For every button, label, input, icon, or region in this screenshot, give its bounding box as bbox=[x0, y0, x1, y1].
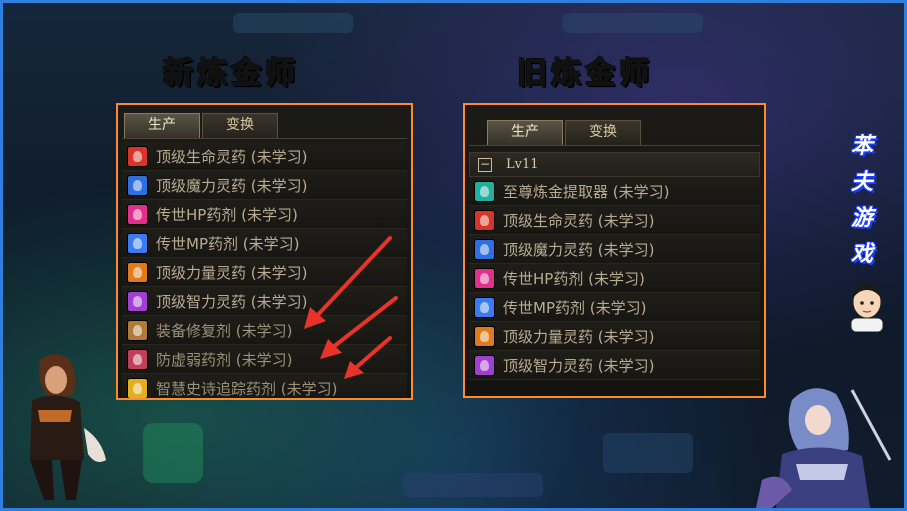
avatar bbox=[850, 282, 884, 332]
recipe-label: 传世MP药剂 (未学习) bbox=[156, 234, 300, 253]
red-arrow-icon bbox=[344, 336, 392, 379]
recipe-label: 装备修复剂 (未学习) bbox=[156, 321, 293, 340]
old-alchemist-title: 旧炼金师 bbox=[516, 55, 653, 92]
recipe-label: 顶级生命灵药 (未学习) bbox=[156, 147, 308, 166]
tab-divider bbox=[469, 145, 760, 146]
recipe-label: 顶级力量灵药 (未学习) bbox=[503, 327, 655, 346]
pink-potion-icon bbox=[474, 267, 495, 289]
brand-char: 游 bbox=[850, 206, 873, 231]
recipe-label: 顶级魔力灵药 (未学习) bbox=[503, 240, 655, 259]
purple-potion-icon bbox=[127, 290, 148, 312]
new-alchemist-panel: 生产 变换 顶级生命灵药 (未学习) 顶级魔力灵药 (未学习) 传世HP药剂 (… bbox=[116, 103, 413, 400]
old-recipe-list: − Lv11 至尊炼金提取器 (未学习) 顶级生命灵药 (未学习) 顶级魔力灵药… bbox=[469, 152, 760, 380]
recipe-item[interactable]: 顶级力量灵药 (未学习) bbox=[469, 322, 760, 351]
recipe-label: 防虚弱药剂 (未学习) bbox=[156, 350, 293, 369]
recipe-item[interactable]: 顶级智力灵药 (未学习) bbox=[469, 351, 760, 380]
recipe-label: 智慧史诗追踪药剂 (未学习) bbox=[156, 379, 338, 398]
tab-divider bbox=[122, 138, 407, 139]
blue-potion-icon bbox=[127, 174, 148, 196]
game-character-illustration bbox=[30, 354, 106, 500]
red-potion-icon bbox=[474, 209, 495, 231]
recipe-label: 传世HP药剂 (未学习) bbox=[503, 269, 645, 288]
old-panel-tabs: 生产 变换 bbox=[487, 120, 641, 145]
recipe-label: 传世MP药剂 (未学习) bbox=[503, 298, 647, 317]
recipe-label: 顶级力量灵药 (未学习) bbox=[156, 263, 308, 282]
brand-char: 戏 bbox=[850, 242, 873, 267]
brand-char: 苯 bbox=[850, 134, 873, 159]
purple-potion-icon bbox=[474, 354, 495, 376]
old-alchemist-panel: 生产 变换 − Lv11 至尊炼金提取器 (未学习) 顶级生命灵药 (未学习) … bbox=[463, 103, 766, 398]
recipe-label: 传世HP药剂 (未学习) bbox=[156, 205, 298, 224]
background-ui-block bbox=[563, 13, 703, 33]
gold-flask-icon bbox=[127, 377, 148, 398]
recipe-label: 至尊炼金提取器 (未学习) bbox=[503, 182, 670, 201]
blue-flask-icon bbox=[474, 296, 495, 318]
orange-potion-icon bbox=[127, 261, 148, 283]
recipe-item[interactable]: 传世HP药剂 (未学习) bbox=[469, 264, 760, 293]
tab-transform[interactable]: 变换 bbox=[202, 113, 278, 138]
recipe-label: 顶级生命灵药 (未学习) bbox=[503, 211, 655, 230]
level-group-label: Lv11 bbox=[506, 157, 539, 172]
new-alchemist-title: 新炼金师 bbox=[162, 55, 299, 92]
recipe-item[interactable]: 顶级生命灵药 (未学习) bbox=[122, 142, 407, 171]
red-potion-icon bbox=[127, 145, 148, 167]
background-ui-block bbox=[143, 423, 203, 483]
background-ui-block bbox=[403, 473, 543, 497]
blue-flask-icon bbox=[127, 232, 148, 254]
channel-brand: 苯 夫 游 戏 bbox=[838, 128, 886, 268]
brand-char: 夫 bbox=[850, 170, 873, 195]
recipe-item[interactable]: 顶级生命灵药 (未学习) bbox=[469, 206, 760, 235]
background-ui-block bbox=[233, 13, 353, 33]
collapse-toggle[interactable]: − bbox=[478, 157, 492, 172]
recipe-label: 顶级魔力灵药 (未学习) bbox=[156, 176, 308, 195]
recipe-item[interactable]: 至尊炼金提取器 (未学习) bbox=[469, 177, 760, 206]
blue-potion-icon bbox=[474, 238, 495, 260]
recipe-item[interactable]: 顶级魔力灵药 (未学习) bbox=[469, 235, 760, 264]
tab-production[interactable]: 生产 bbox=[487, 120, 563, 145]
teal-crystal-icon bbox=[474, 180, 495, 202]
tab-production[interactable]: 生产 bbox=[124, 113, 200, 138]
new-panel-tabs: 生产 变换 bbox=[124, 113, 278, 138]
repair-kit-icon bbox=[127, 319, 148, 341]
recipe-item[interactable]: 顶级魔力灵药 (未学习) bbox=[122, 171, 407, 200]
recipe-label: 顶级智力灵药 (未学习) bbox=[503, 356, 655, 375]
orange-potion-icon bbox=[474, 325, 495, 347]
pink-potion-icon bbox=[127, 203, 148, 225]
recipe-item[interactable]: 传世MP药剂 (未学习) bbox=[469, 293, 760, 322]
game-character-illustration bbox=[756, 388, 892, 508]
pink-vial-icon bbox=[127, 348, 148, 370]
recipe-item[interactable]: 传世HP药剂 (未学习) bbox=[122, 200, 407, 229]
recipe-label: 顶级智力灵药 (未学习) bbox=[156, 292, 308, 311]
tab-transform[interactable]: 变换 bbox=[565, 120, 641, 145]
level-group-header[interactable]: − Lv11 bbox=[469, 152, 760, 177]
background-ui-block bbox=[603, 433, 693, 473]
